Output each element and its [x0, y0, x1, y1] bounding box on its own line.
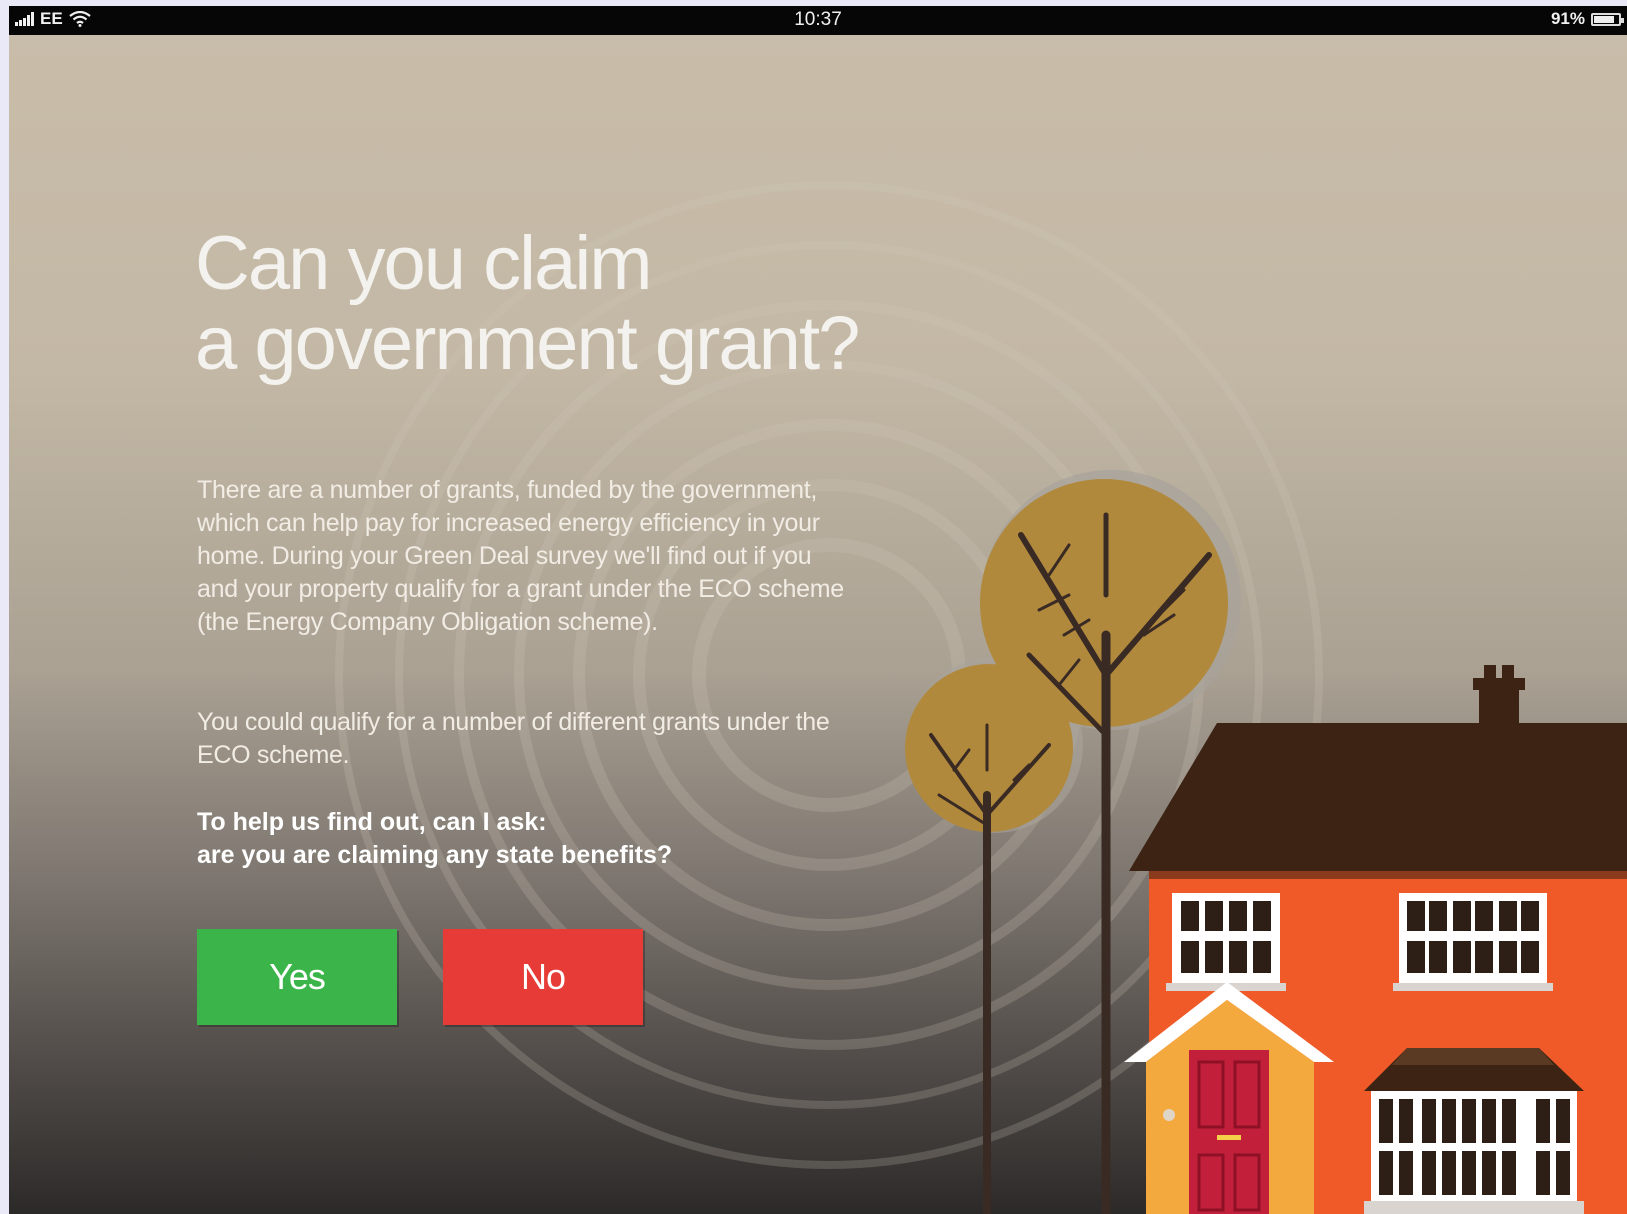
question-line-2: are you are claiming any state benefits?: [197, 841, 673, 869]
question-line-1: To help us find out, can I ask:: [197, 808, 547, 836]
bay-window: [1364, 1091, 1584, 1214]
house-roof: [1129, 723, 1627, 871]
upper-window-right: [1393, 893, 1553, 991]
grant-description: There are a number of grants, funded by …: [197, 476, 844, 636]
page-title-line-2: a government grant?: [195, 301, 860, 386]
clock: 10:37: [794, 9, 842, 30]
no-button[interactable]: No: [443, 929, 643, 1025]
page-title: Can you claim a government grant?: [195, 221, 860, 386]
upper-window-left: [1166, 893, 1286, 991]
eco-eligibility-note: You could qualify for a number of differ…: [197, 708, 830, 769]
battery-icon: [1591, 12, 1624, 26]
status-bar: EE 10:37 91%: [9, 6, 1627, 35]
battery-indicator: 91%: [1550, 9, 1624, 29]
benefits-question: To help us find out, can I ask: are you …: [197, 806, 672, 872]
front-door: [1189, 1050, 1269, 1214]
app-screen: EE 10:37 91% Can you claim a government …: [9, 6, 1627, 1214]
page-title-line-1: Can you claim: [195, 221, 653, 306]
battery-percent: 91%: [1550, 9, 1585, 28]
yes-button[interactable]: Yes: [197, 929, 397, 1025]
